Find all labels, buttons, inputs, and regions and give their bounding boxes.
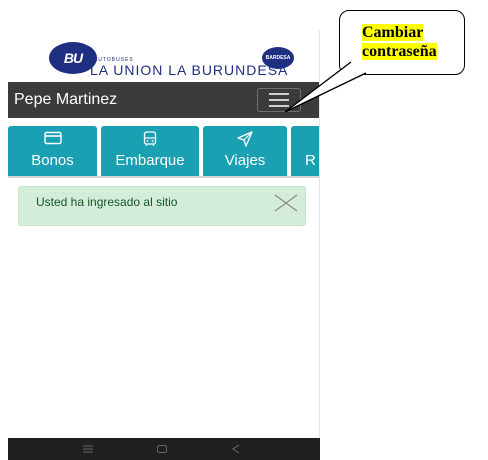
callout-line-2: contraseña [362,43,437,60]
menu-icon[interactable] [80,441,96,457]
phone-edge [319,30,320,438]
hamburger-menu-button[interactable] [257,88,301,112]
company-logo: BU AUTOBUSES LA UNION LA BURUNDESA BARDE… [8,0,320,82]
card-icon [8,131,97,147]
callout-box: Cambiar contraseña [339,10,465,75]
bus-icon [101,131,199,147]
tab-label: Embarque [115,152,185,169]
tab-embarque[interactable]: Embarque [101,126,199,176]
alert-message: Usted ha ingresado al sitio [36,195,178,209]
callout-line-1: Cambiar [362,24,424,41]
tab-partial[interactable]: R [291,126,320,176]
send-icon [203,131,287,147]
android-nav-bar [8,438,320,460]
tab-label: Viajes [224,152,266,169]
header-bar: Pepe Martinez [8,82,320,118]
home-icon[interactable] [154,441,170,457]
tab-bonos[interactable]: Bonos [8,126,97,176]
tab-viajes[interactable]: Viajes [203,126,287,176]
close-icon[interactable] [273,193,299,213]
tab-label: R [305,152,316,169]
logo-company-name: LA UNION LA BURUNDESA [90,62,289,78]
logo-right-badge: BARDESA [262,47,294,69]
callout-text: Cambiar contraseña [362,23,437,61]
back-icon[interactable] [228,441,244,457]
hamburger-icon-line [269,99,289,101]
tab-bar: Bonos Embarque Viajes R [8,126,320,176]
hamburger-icon-line [269,105,289,107]
tab-label: Bonos [31,152,74,169]
hamburger-icon-line [269,93,289,95]
success-alert: Usted ha ingresado al sitio [18,186,306,226]
user-name: Pepe Martinez [14,91,118,108]
tabs-divider [8,176,320,178]
phone-screen: BU AUTOBUSES LA UNION LA BURUNDESA BARDE… [8,0,320,460]
